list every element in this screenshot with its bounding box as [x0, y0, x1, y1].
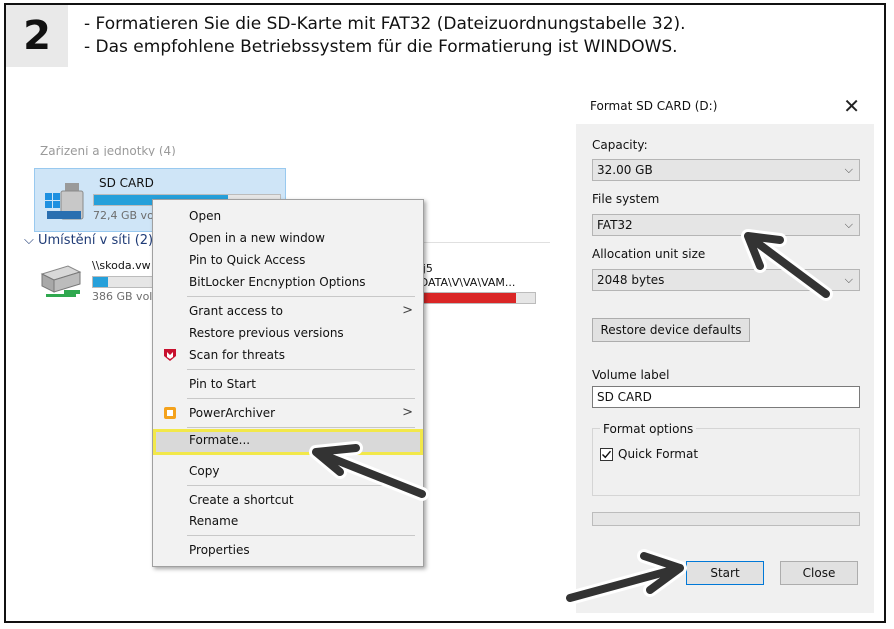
capacity-select[interactable]: 32.00 GB ⌵	[592, 159, 860, 181]
instruction-line-2: - Das empfohlene Betriebssystem für die …	[84, 37, 678, 57]
menu-item-label: Grant access to	[189, 304, 284, 318]
close-button[interactable]: Close	[780, 561, 858, 585]
volume-label-input[interactable]: SD CARD	[592, 386, 860, 408]
devices-heading: Zařízení a jednotky (4)	[40, 146, 176, 156]
format-dialog: Format SD CARD (D:) ✕ Capacity: 32.00 GB…	[576, 88, 874, 613]
menu-item-format[interactable]: Formate...	[153, 429, 423, 455]
dialog-titlebar[interactable]: Format SD CARD (D:) ✕	[576, 88, 874, 124]
usb-drive-icon	[45, 183, 84, 220]
menu-item-label: Pin to Start	[189, 377, 256, 391]
menu-item-pin-quick-access[interactable]: Pin to Quick Access	[153, 250, 423, 270]
menu-item-label: Copy	[189, 464, 220, 478]
allocation-unit-select[interactable]: 2048 bytes ⌵	[592, 269, 860, 291]
menu-item-label: Open	[189, 209, 222, 223]
menu-item-rename[interactable]: Rename	[153, 511, 423, 531]
network-drive-icon	[40, 265, 82, 297]
menu-item-open-new-window[interactable]: Open in a new window	[153, 228, 423, 248]
menu-item-label: Open in a new window	[189, 231, 325, 245]
menu-separator	[187, 535, 415, 536]
menu-item-restore-versions[interactable]: Restore previous versions	[153, 323, 423, 343]
drive-name: SD CARD	[99, 176, 154, 190]
menu-separator	[187, 398, 415, 399]
close-icon[interactable]: ✕	[843, 94, 860, 118]
format-progress-bar	[592, 512, 860, 526]
menu-item-label: Formate...	[189, 433, 251, 447]
menu-item-bitlocker[interactable]: BitLocker Encnyption Options	[153, 272, 423, 292]
menu-item-pin-start[interactable]: Pin to Start	[153, 374, 423, 394]
context-menu: Open Open in a new window Pin to Quick A…	[152, 199, 424, 567]
file-system-value: FAT32	[597, 218, 633, 232]
menu-item-label: Pin to Quick Access	[189, 253, 306, 267]
menu-separator	[187, 369, 415, 370]
menu-item-label: BitLocker Encnyption Options	[189, 275, 366, 289]
menu-separator	[187, 427, 415, 428]
instruction-text: - Formatieren Sie die SD-Karte mit FAT32…	[84, 13, 686, 59]
volume-label-label: Volume label	[592, 368, 670, 382]
menu-item-label: Scan for threats	[189, 348, 285, 362]
menu-item-scan-threats[interactable]: Scan for threats	[153, 345, 423, 365]
chevron-down-icon: ⌵	[24, 233, 38, 248]
network-drive-2-usage-fill	[417, 293, 517, 303]
dialog-title: Format SD CARD (D:)	[590, 99, 718, 113]
capacity-label: Capacity:	[592, 138, 648, 152]
network-drive-name: \\skoda.vw	[92, 259, 151, 272]
menu-item-grant-access[interactable]: Grant access to >	[153, 301, 423, 321]
menu-item-copy[interactable]: Copy	[153, 461, 423, 481]
file-system-select[interactable]: FAT32 ⌵	[592, 214, 860, 236]
network-locations-heading[interactable]: ⌵ Umístění v síti (2)	[24, 233, 153, 248]
menu-item-properties[interactable]: Properties	[153, 540, 423, 560]
chevron-down-icon: ⌵	[844, 273, 853, 286]
instruction-line-1: - Formatieren Sie die SD-Karte mit FAT32…	[84, 14, 686, 34]
menu-item-create-shortcut[interactable]: Create a shortcut	[153, 490, 423, 510]
menu-item-powerarchiver[interactable]: PowerArchiver >	[153, 403, 423, 423]
restore-defaults-button[interactable]: Restore device defaults	[592, 318, 750, 342]
format-options-group	[592, 428, 860, 496]
checkmark-icon	[602, 450, 612, 459]
powerarchiver-icon	[164, 407, 176, 419]
menu-item-label: Properties	[189, 543, 250, 557]
menu-item-label: Restore previous versions	[189, 326, 344, 340]
chevron-down-icon: ⌵	[844, 218, 853, 231]
quick-format-checkbox[interactable]	[600, 448, 613, 461]
start-button[interactable]: Start	[686, 561, 764, 585]
menu-item-label: Create a shortcut	[189, 493, 294, 507]
chevron-down-icon: ⌵	[844, 163, 853, 176]
allocation-unit-value: 2048 bytes	[597, 273, 665, 287]
allocation-unit-label: Allocation unit size	[592, 247, 706, 261]
mcafee-shield-icon	[164, 349, 176, 361]
network-drive-2-usage-bar	[416, 292, 536, 304]
capacity-value: 32.00 GB	[597, 163, 653, 177]
volume-label-value: SD CARD	[597, 390, 652, 404]
network-drive-usage-fill	[93, 277, 109, 287]
file-system-label: File system	[592, 192, 660, 206]
network-drive-2-path: \DATA\V\VA\VAM...	[416, 276, 516, 289]
network-heading-label: Umístění v síti (2)	[38, 233, 154, 248]
menu-item-label: PowerArchiver	[189, 406, 276, 420]
step-number: 2	[6, 5, 68, 67]
menu-separator	[187, 485, 415, 486]
menu-item-open[interactable]: Open	[153, 206, 423, 226]
menu-separator	[187, 296, 415, 297]
submenu-arrow-icon: >	[402, 405, 413, 420]
format-options-label: Format options	[600, 422, 697, 436]
menu-item-label: Rename	[189, 514, 239, 528]
quick-format-label: Quick Format	[618, 447, 699, 461]
submenu-arrow-icon: >	[402, 303, 413, 318]
